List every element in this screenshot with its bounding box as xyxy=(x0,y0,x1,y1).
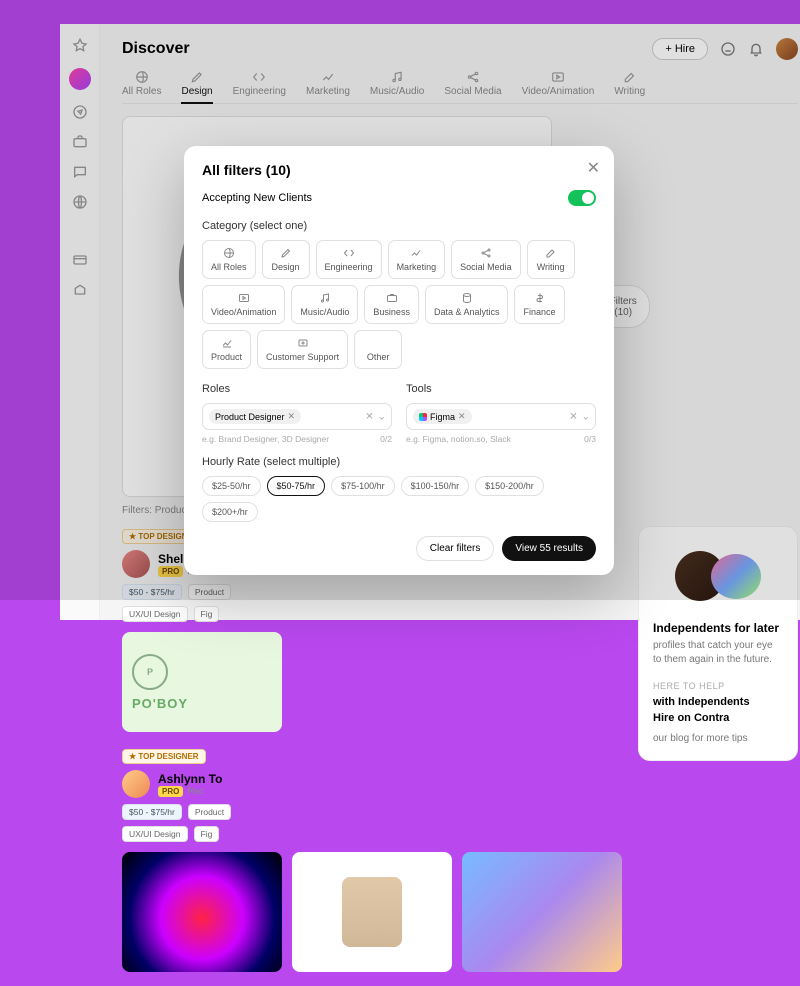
category-dataanalytics[interactable]: Data & Analytics xyxy=(425,285,509,324)
category-other[interactable]: Other xyxy=(354,330,402,369)
portfolio-thumb[interactable] xyxy=(462,852,622,972)
modal-title: All filters (10) xyxy=(202,162,596,178)
portfolio-thumb[interactable]: P PO'BOY xyxy=(122,632,282,732)
accepting-toggle[interactable] xyxy=(568,190,596,206)
role-tag[interactable]: Product Designer✕ xyxy=(209,409,301,424)
filters-modal: ✕ All filters (10) Accepting New Clients… xyxy=(184,146,614,575)
chevron-down-icon[interactable]: ⌄ xyxy=(378,411,386,422)
remove-icon: ✕ xyxy=(458,411,466,422)
figma-icon xyxy=(419,413,427,421)
rate-option[interactable]: $200+/hr xyxy=(202,502,258,522)
chevron-down-icon[interactable]: ⌄ xyxy=(582,411,590,422)
clear-icon[interactable]: ✕ xyxy=(569,411,577,422)
category-engineering[interactable]: Engineering xyxy=(316,240,382,279)
remove-icon: ✕ xyxy=(288,411,296,422)
top-designer-badge: ★ TOP DESIGNER xyxy=(122,749,206,764)
category-finance[interactable]: Finance xyxy=(514,285,564,324)
rate-option[interactable]: $75-100/hr xyxy=(331,476,395,496)
roles-input[interactable]: Product Designer✕ xyxy=(202,403,392,430)
rate-option[interactable]: $150-200/hr xyxy=(475,476,544,496)
category-business[interactable]: Business xyxy=(364,285,419,324)
tools-input[interactable]: Figma✕ xyxy=(406,403,596,430)
category-videoanimation[interactable]: Video/Animation xyxy=(202,285,285,324)
rate-options: $25-50/hr$50-75/hr$75-100/hr$100-150/hr$… xyxy=(202,476,596,522)
category-product[interactable]: Product xyxy=(202,330,251,369)
portfolio-thumb[interactable] xyxy=(292,852,452,972)
rate-option[interactable]: $50-75/hr xyxy=(267,476,326,496)
designer-card[interactable]: ★ TOP DESIGNER Ashlynn To PRORec $50 - $… xyxy=(122,746,622,972)
rate-option[interactable]: $100-150/hr xyxy=(401,476,470,496)
close-icon[interactable]: ✕ xyxy=(587,158,600,178)
category-musicaudio[interactable]: Music/Audio xyxy=(291,285,358,324)
category-writing[interactable]: Writing xyxy=(527,240,575,279)
view-results-button[interactable]: View 55 results xyxy=(502,536,596,561)
category-socialmedia[interactable]: Social Media xyxy=(451,240,521,279)
accepting-label: Accepting New Clients xyxy=(202,192,312,204)
category-allroles[interactable]: All Roles xyxy=(202,240,256,279)
clear-filters-button[interactable]: Clear filters xyxy=(416,536,495,561)
category-design[interactable]: Design xyxy=(262,240,310,279)
category-grid: All RolesDesignEngineeringMarketingSocia… xyxy=(202,240,596,369)
rate-option[interactable]: $25-50/hr xyxy=(202,476,261,496)
portfolio-thumb[interactable] xyxy=(122,852,282,972)
category-customersupport[interactable]: Customer Support xyxy=(257,330,348,369)
category-marketing[interactable]: Marketing xyxy=(388,240,446,279)
avatar xyxy=(122,770,150,798)
clear-icon[interactable]: ✕ xyxy=(365,411,373,422)
tool-tag[interactable]: Figma✕ xyxy=(413,409,472,424)
